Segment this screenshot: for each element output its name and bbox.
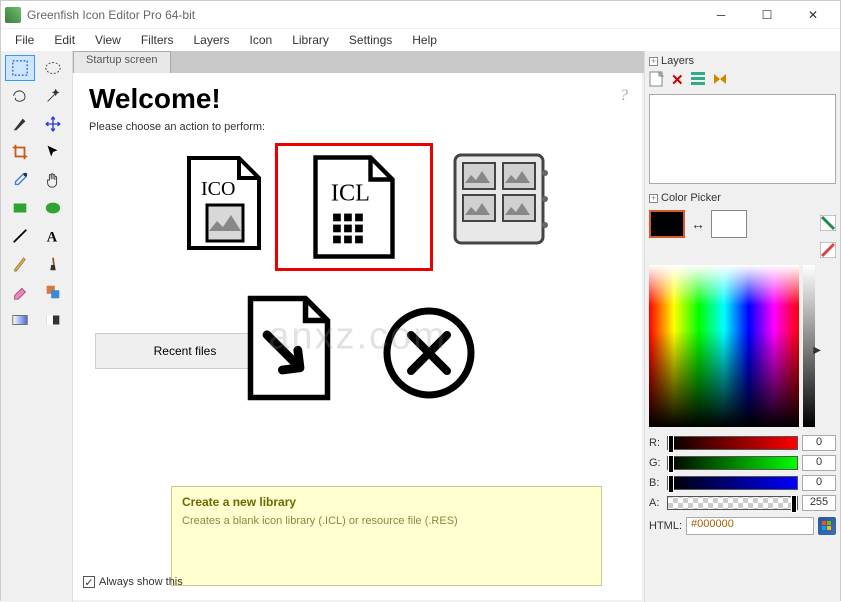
svg-text:ICL: ICL — [331, 179, 370, 206]
tab-startup[interactable]: Startup screen — [73, 51, 171, 73]
svg-text:ICO: ICO — [201, 178, 235, 200]
background-swatch[interactable] — [711, 210, 747, 238]
menu-icon[interactable]: Icon — [242, 31, 281, 49]
html-color-field[interactable]: #000000 — [686, 517, 814, 535]
tool-hand[interactable] — [38, 167, 68, 193]
layers-panel-title[interactable]: +Layers — [649, 53, 836, 69]
html-label: HTML: — [649, 520, 682, 532]
action-new-icon[interactable]: ICO — [179, 153, 269, 253]
tabbar: Startup screen — [73, 51, 644, 73]
tool-pointer[interactable] — [38, 139, 68, 165]
picker-slider-arrow[interactable]: ▶ — [813, 345, 821, 356]
new-layer-icon[interactable] — [649, 71, 665, 90]
blue-value[interactable]: 0 — [802, 475, 836, 491]
color-picker-title[interactable]: +Color Picker — [649, 190, 836, 206]
maximize-button[interactable]: ☐ — [744, 1, 790, 29]
tool-eraser[interactable] — [5, 279, 35, 305]
workspace: Startup screen ? Welcome! Please choose … — [73, 51, 644, 602]
toolbox: A — [1, 51, 73, 602]
right-panel: +Layers ✕ +Color Picker ↔ ▶ R:0 G:0 B:0 … — [644, 51, 840, 602]
green-value[interactable]: 0 — [802, 455, 836, 471]
window-title: Greenfish Icon Editor Pro 64-bit — [27, 8, 698, 22]
menu-layers[interactable]: Layers — [186, 31, 238, 49]
tool-brush[interactable] — [38, 251, 68, 277]
menu-edit[interactable]: Edit — [46, 31, 83, 49]
welcome-title: Welcome! — [89, 83, 626, 115]
tool-crop[interactable] — [5, 139, 35, 165]
tool-pencil[interactable] — [5, 251, 35, 277]
swap-colors-icon[interactable]: ↔ — [691, 216, 705, 232]
green-slider[interactable] — [667, 456, 798, 470]
hint-title: Create a new library — [182, 495, 591, 509]
tool-pen[interactable] — [5, 111, 35, 137]
action-open-file[interactable] — [239, 293, 339, 403]
blue-slider[interactable] — [667, 476, 798, 490]
alpha-value[interactable]: 255 — [802, 495, 836, 511]
menu-filters[interactable]: Filters — [133, 31, 182, 49]
svg-text:A: A — [46, 229, 57, 245]
menu-view[interactable]: View — [87, 31, 129, 49]
palette-icon[interactable] — [820, 215, 836, 234]
menubar: File Edit View Filters Layers Icon Libra… — [1, 29, 840, 51]
tool-clone[interactable] — [38, 279, 68, 305]
tool-rect-select[interactable] — [5, 55, 35, 81]
startup-screen: ? Welcome! Please choose an action to pe… — [73, 73, 642, 600]
color-picker[interactable]: ▶ — [649, 265, 815, 427]
tool-line[interactable] — [5, 223, 35, 249]
tool-ellipse-select[interactable] — [38, 55, 68, 81]
tool-rect-shape[interactable] — [5, 195, 35, 221]
app-icon — [5, 7, 21, 23]
minimize-button[interactable]: ─ — [698, 1, 744, 29]
alpha-slider[interactable] — [667, 496, 798, 510]
always-show-row[interactable]: ✓ Always show this — [83, 576, 183, 588]
menu-settings[interactable]: Settings — [341, 31, 400, 49]
help-icon[interactable]: ? — [620, 87, 628, 105]
close-button[interactable]: ✕ — [790, 1, 836, 29]
menu-library[interactable]: Library — [284, 31, 337, 49]
tool-lasso[interactable] — [5, 83, 35, 109]
delete-layer-icon[interactable]: ✕ — [671, 71, 684, 90]
always-show-checkbox[interactable]: ✓ — [83, 576, 95, 588]
tool-gradient[interactable] — [5, 307, 35, 333]
hint-box: Create a new library Creates a blank ico… — [171, 486, 602, 586]
tool-fill[interactable] — [38, 307, 68, 333]
tool-ellipse-shape[interactable] — [38, 195, 68, 221]
merge-layers-icon[interactable] — [712, 71, 728, 90]
titlebar: Greenfish Icon Editor Pro 64-bit ─ ☐ ✕ — [1, 1, 840, 29]
hint-body: Creates a blank icon library (.ICL) or r… — [182, 515, 591, 527]
foreground-swatch[interactable] — [649, 210, 685, 238]
red-slider[interactable] — [667, 436, 798, 450]
layer-list[interactable] — [649, 94, 836, 184]
layer-props-icon[interactable] — [690, 71, 706, 90]
tool-text[interactable]: A — [38, 223, 68, 249]
menu-file[interactable]: File — [7, 31, 42, 49]
action-new-library[interactable]: ICL — [275, 143, 433, 271]
expand-icon[interactable]: + — [649, 194, 658, 203]
expand-icon[interactable]: + — [649, 57, 658, 66]
red-value[interactable]: 0 — [802, 435, 836, 451]
action-close[interactable] — [379, 303, 479, 403]
recent-files-label: Recent files — [154, 344, 217, 358]
tool-eyedropper[interactable] — [5, 167, 35, 193]
windows-color-icon[interactable] — [818, 517, 836, 535]
tool-move[interactable] — [38, 111, 68, 137]
welcome-subtitle: Please choose an action to perform: — [89, 121, 626, 133]
action-open-library[interactable] — [449, 149, 549, 249]
tool-wand[interactable] — [38, 83, 68, 109]
hue-mode-icon[interactable] — [820, 242, 836, 261]
menu-help[interactable]: Help — [404, 31, 445, 49]
always-show-label: Always show this — [99, 576, 183, 588]
